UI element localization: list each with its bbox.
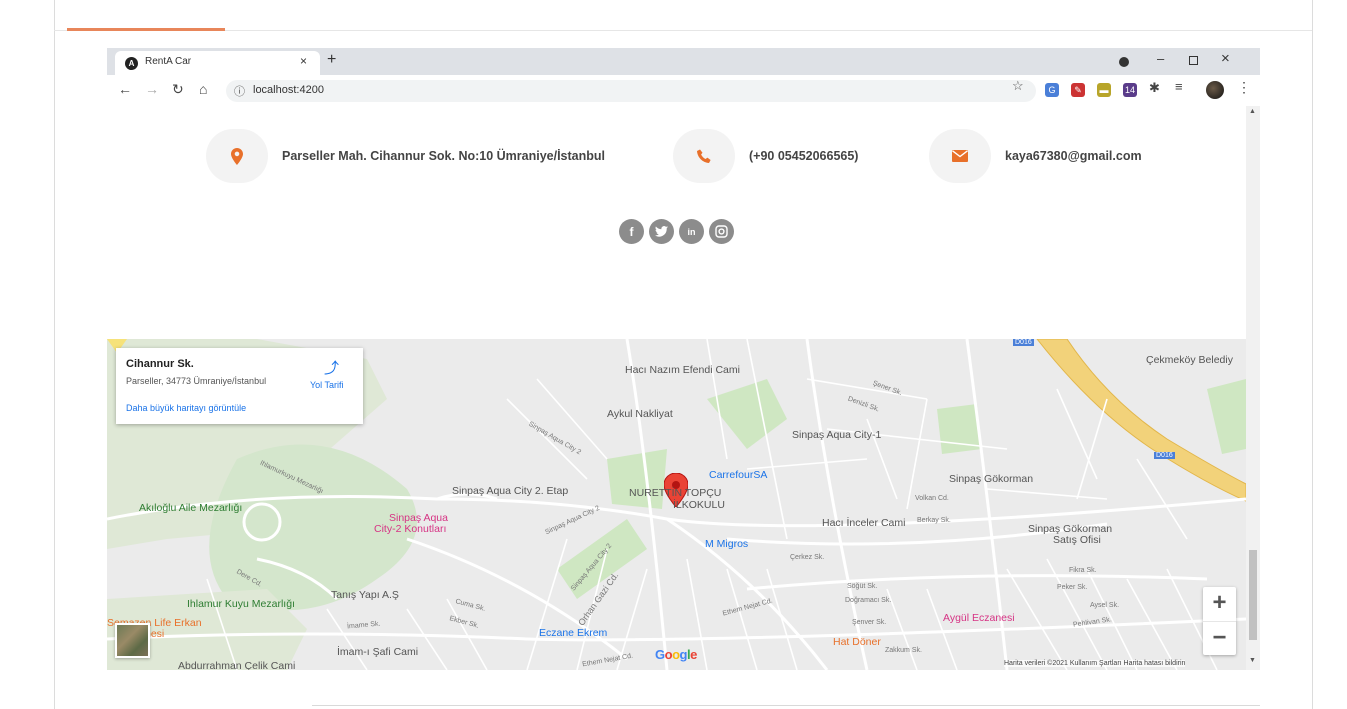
new-tab-button[interactable]: +: [327, 51, 336, 69]
browser-window: A RentA Car × + – × ← → ↻ ⌂ ⓘ localhost:…: [107, 48, 1260, 670]
maximize-button[interactable]: [1189, 56, 1198, 65]
google-logo: Google: [655, 647, 697, 662]
contact-phone: (+90 05452066565): [673, 129, 858, 183]
linkedin-icon[interactable]: in: [679, 219, 704, 244]
street-label: Şenver Sk.: [852, 619, 887, 626]
map-label-haci-inceler[interactable]: Hacı İnceler Cami: [822, 517, 905, 529]
street-label: Çerkez Sk.: [790, 554, 825, 561]
map-label-cekmekoy[interactable]: Çekmeköy Belediy: [1146, 354, 1233, 366]
scroll-thumb[interactable]: [1249, 550, 1257, 640]
phone-text: (+90 05452066565): [749, 149, 859, 163]
map-label-sinpas-konut2[interactable]: City-2 Konutları: [374, 523, 446, 535]
active-tab-indicator: [67, 28, 225, 31]
directions-icon[interactable]: ⤴: [324, 357, 339, 378]
map-label-haci-nazim[interactable]: Hacı Nazım Efendi Cami: [625, 364, 740, 376]
street-label: Zakkum Sk.: [885, 647, 922, 654]
map-label-sinpas-satis2[interactable]: Satış Ofisi: [1053, 534, 1101, 546]
larger-map-link[interactable]: Daha büyük haritayı görüntüle: [126, 403, 246, 413]
zoom-in-button[interactable]: +: [1203, 587, 1236, 621]
page-scrollbar[interactable]: ▲ ▼: [1246, 106, 1260, 670]
map-label-sinpas-gokorman[interactable]: Sinpaş Gökorman: [949, 473, 1033, 485]
zoom-out-button[interactable]: −: [1203, 621, 1236, 655]
street-label: Fikra Sk.: [1069, 567, 1097, 574]
street-label: Söğüt Sk.: [847, 583, 878, 590]
extensions-puzzle-icon[interactable]: ✱: [1149, 80, 1160, 96]
reading-list-icon[interactable]: ≡: [1175, 79, 1183, 94]
page-content: Parseller Mah. Cihannur Sok. No:10 Ümran…: [107, 106, 1246, 670]
frame-bottom-divider: [312, 705, 1260, 706]
map-label-eczane-ekrem[interactable]: Eczane Ekrem: [539, 627, 607, 639]
satellite-toggle[interactable]: [115, 623, 150, 658]
toolbar: ← → ↻ ⌂ ⓘ localhost:4200 ☆ G ✎ ▬ 14 ✱ ≡ …: [107, 75, 1260, 106]
map-label-aykul[interactable]: Aykul Nakliyat: [607, 408, 673, 420]
map-label-akiloglu[interactable]: Akıloğlu Aile Mezarlığı: [139, 502, 242, 514]
reload-icon[interactable]: ↻: [172, 81, 184, 98]
google-map[interactable]: Hacı Nazım Efendi Cami Aykul Nakliyat Si…: [107, 339, 1246, 670]
grammar-extension-icon[interactable]: ▬: [1097, 83, 1111, 97]
social-links: f in: [619, 219, 734, 244]
map-label-abdurrahman[interactable]: Abdurrahman Çelik Cami: [178, 660, 295, 670]
map-label-migros[interactable]: M Migros: [705, 538, 748, 550]
scroll-down-arrow-icon[interactable]: ▼: [1249, 657, 1256, 664]
browser-menu-icon[interactable]: ⋮: [1237, 79, 1251, 96]
tab-close-icon[interactable]: ×: [300, 54, 307, 68]
map-label-nurettin[interactable]: NURETTİN TOPÇU: [629, 487, 721, 499]
location-pin-icon: [206, 129, 268, 183]
map-label-imami-safi[interactable]: İmam-ı Şafi Cami: [337, 646, 418, 658]
tab-title: RentA Car: [145, 56, 192, 67]
street-label: Berkay Sk.: [917, 517, 951, 524]
color-picker-extension-icon[interactable]: ✎: [1071, 83, 1085, 97]
angular-favicon-icon: A: [125, 57, 138, 70]
scroll-up-arrow-icon[interactable]: ▲: [1249, 108, 1256, 115]
place-title: Cihannur Sk.: [126, 358, 194, 370]
contact-address: Parseller Mah. Cihannur Sok. No:10 Ümran…: [206, 129, 605, 183]
street-label: Peker Sk.: [1057, 584, 1088, 591]
address-text: Parseller Mah. Cihannur Sok. No:10 Ümran…: [282, 149, 606, 163]
instagram-icon[interactable]: [709, 219, 734, 244]
school-extension-icon[interactable]: 14: [1123, 83, 1137, 97]
street-label: Doğramacı Sk.: [845, 597, 892, 604]
map-label-ilkokulu[interactable]: İLKOKULU: [673, 499, 725, 511]
map-label-aygul[interactable]: Aygül Eczanesi: [943, 612, 1015, 624]
browser-tab[interactable]: A RentA Car ×: [115, 51, 320, 75]
facebook-icon[interactable]: f: [619, 219, 644, 244]
address-bar[interactable]: ⓘ localhost:4200: [226, 80, 1036, 102]
contact-email: kaya67380@gmail.com: [929, 129, 1142, 183]
map-label-sinpas-aqua1[interactable]: Sinpaş Aqua City-1: [792, 429, 881, 441]
map-label-ihlamur[interactable]: Ihlamur Kuyu Mezarlığı: [187, 598, 295, 610]
media-record-icon[interactable]: [1119, 57, 1129, 67]
frame-border-left: [54, 0, 55, 709]
map-label-d016b: D016: [1154, 452, 1175, 459]
map-label-tanis[interactable]: Tanış Yapı A.Ş: [331, 589, 399, 601]
tab-strip: A RentA Car × + – ×: [107, 48, 1260, 75]
place-info-card: Cihannur Sk. Parseller, 34773 Ümraniye/İ…: [116, 348, 363, 424]
frame-top-divider: [54, 30, 1312, 31]
translate-extension-icon[interactable]: G: [1045, 83, 1059, 97]
site-info-icon[interactable]: ⓘ: [234, 83, 245, 99]
map-label-d016a: D016: [1013, 339, 1034, 346]
phone-icon: [673, 129, 735, 183]
frame-border-right: [1312, 0, 1313, 709]
window-close-button[interactable]: ×: [1221, 50, 1230, 67]
street-label: Aysel Sk.: [1090, 602, 1120, 609]
twitter-icon[interactable]: [649, 219, 674, 244]
home-icon[interactable]: ⌂: [199, 81, 207, 97]
street-label: Volkan Cd.: [915, 495, 949, 502]
zoom-controls: + −: [1203, 587, 1236, 655]
email-text: kaya67380@gmail.com: [1005, 149, 1142, 163]
map-attribution[interactable]: Harita verileri ©2021 Kullanım Şartları …: [1004, 660, 1186, 667]
minimize-button[interactable]: –: [1157, 51, 1164, 66]
envelope-icon: [929, 129, 991, 183]
map-label-carrefour[interactable]: CarrefourSA: [709, 469, 767, 481]
back-arrow-icon[interactable]: ←: [118, 81, 132, 97]
profile-avatar[interactable]: [1206, 81, 1224, 99]
forward-arrow-icon[interactable]: →: [145, 81, 159, 97]
map-label-hat-doner[interactable]: Hat Döner: [833, 636, 881, 648]
bookmark-star-icon[interactable]: ☆: [1012, 78, 1024, 94]
url-text: localhost:4200: [253, 84, 324, 96]
map-label-sinpas-city2[interactable]: Sinpaş Aqua City 2. Etap: [452, 485, 568, 497]
place-address: Parseller, 34773 Ümraniye/İstanbul: [126, 376, 267, 386]
directions-link[interactable]: Yol Tarifi: [310, 380, 344, 390]
